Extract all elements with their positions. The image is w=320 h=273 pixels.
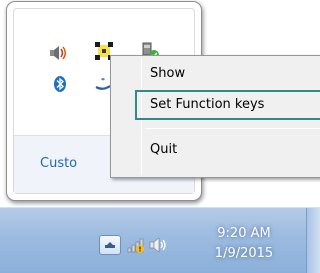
- menu-separator: [145, 128, 320, 129]
- tray-context-menu: Show Set Function keys Quit: [110, 55, 320, 178]
- clock-time[interactable]: 9:20 AM: [214, 226, 274, 241]
- clock-date[interactable]: 1/9/2015: [210, 246, 278, 261]
- bluetooth-icon[interactable]: [52, 73, 74, 95]
- show-desktop-button[interactable]: [306, 208, 320, 273]
- show-hidden-icons-button[interactable]: [99, 235, 121, 255]
- menu-item-show[interactable]: Show: [135, 60, 320, 90]
- volume-icon[interactable]: [148, 235, 168, 259]
- speaker-icon[interactable]: [47, 42, 69, 64]
- menu-item-set-function-keys[interactable]: Set Function keys: [135, 90, 320, 120]
- chevron-up-icon: [105, 242, 115, 248]
- customize-link[interactable]: Custo: [40, 156, 77, 171]
- desktop-screen: Custo Show Set Function keys Quit 9:20 A…: [0, 0, 320, 273]
- network-icon[interactable]: [126, 235, 146, 259]
- menu-item-quit[interactable]: Quit: [135, 136, 320, 166]
- taskbar: 9:20 AM 1/9/2015: [0, 207, 320, 273]
